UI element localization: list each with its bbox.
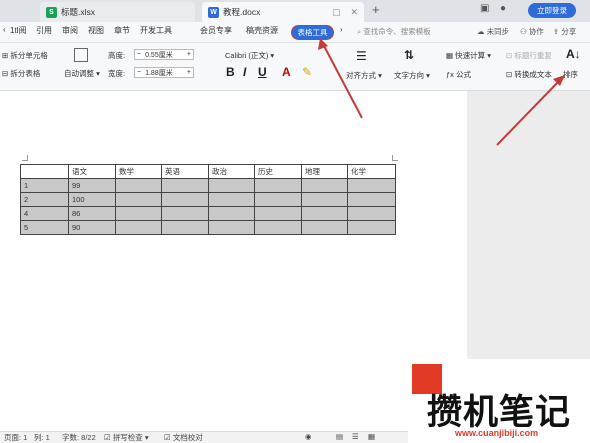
- eye-icon[interactable]: ◉: [305, 432, 312, 441]
- web-view-icon[interactable]: ▦: [368, 432, 375, 441]
- watermark-url: www.cuanjibiji.com: [455, 428, 539, 438]
- arrow-to-table-tools: [318, 38, 363, 119]
- status-column: 列: 1: [34, 433, 50, 442]
- spell-check-button[interactable]: ☑ 拼写检查 ▾: [104, 432, 149, 443]
- status-word-count[interactable]: 字数: 8/22: [62, 432, 96, 443]
- proofread-label: 文档校对: [172, 433, 203, 442]
- page-view-icon[interactable]: ▤: [336, 432, 343, 441]
- spell-check-label: 拼写检查: [112, 433, 143, 442]
- proofread-button[interactable]: ☑ 文档校对: [164, 432, 203, 443]
- arrow-to-sort: [496, 75, 565, 146]
- status-page: 页面: 1: [4, 433, 28, 442]
- outline-view-icon[interactable]: ☰: [352, 432, 359, 441]
